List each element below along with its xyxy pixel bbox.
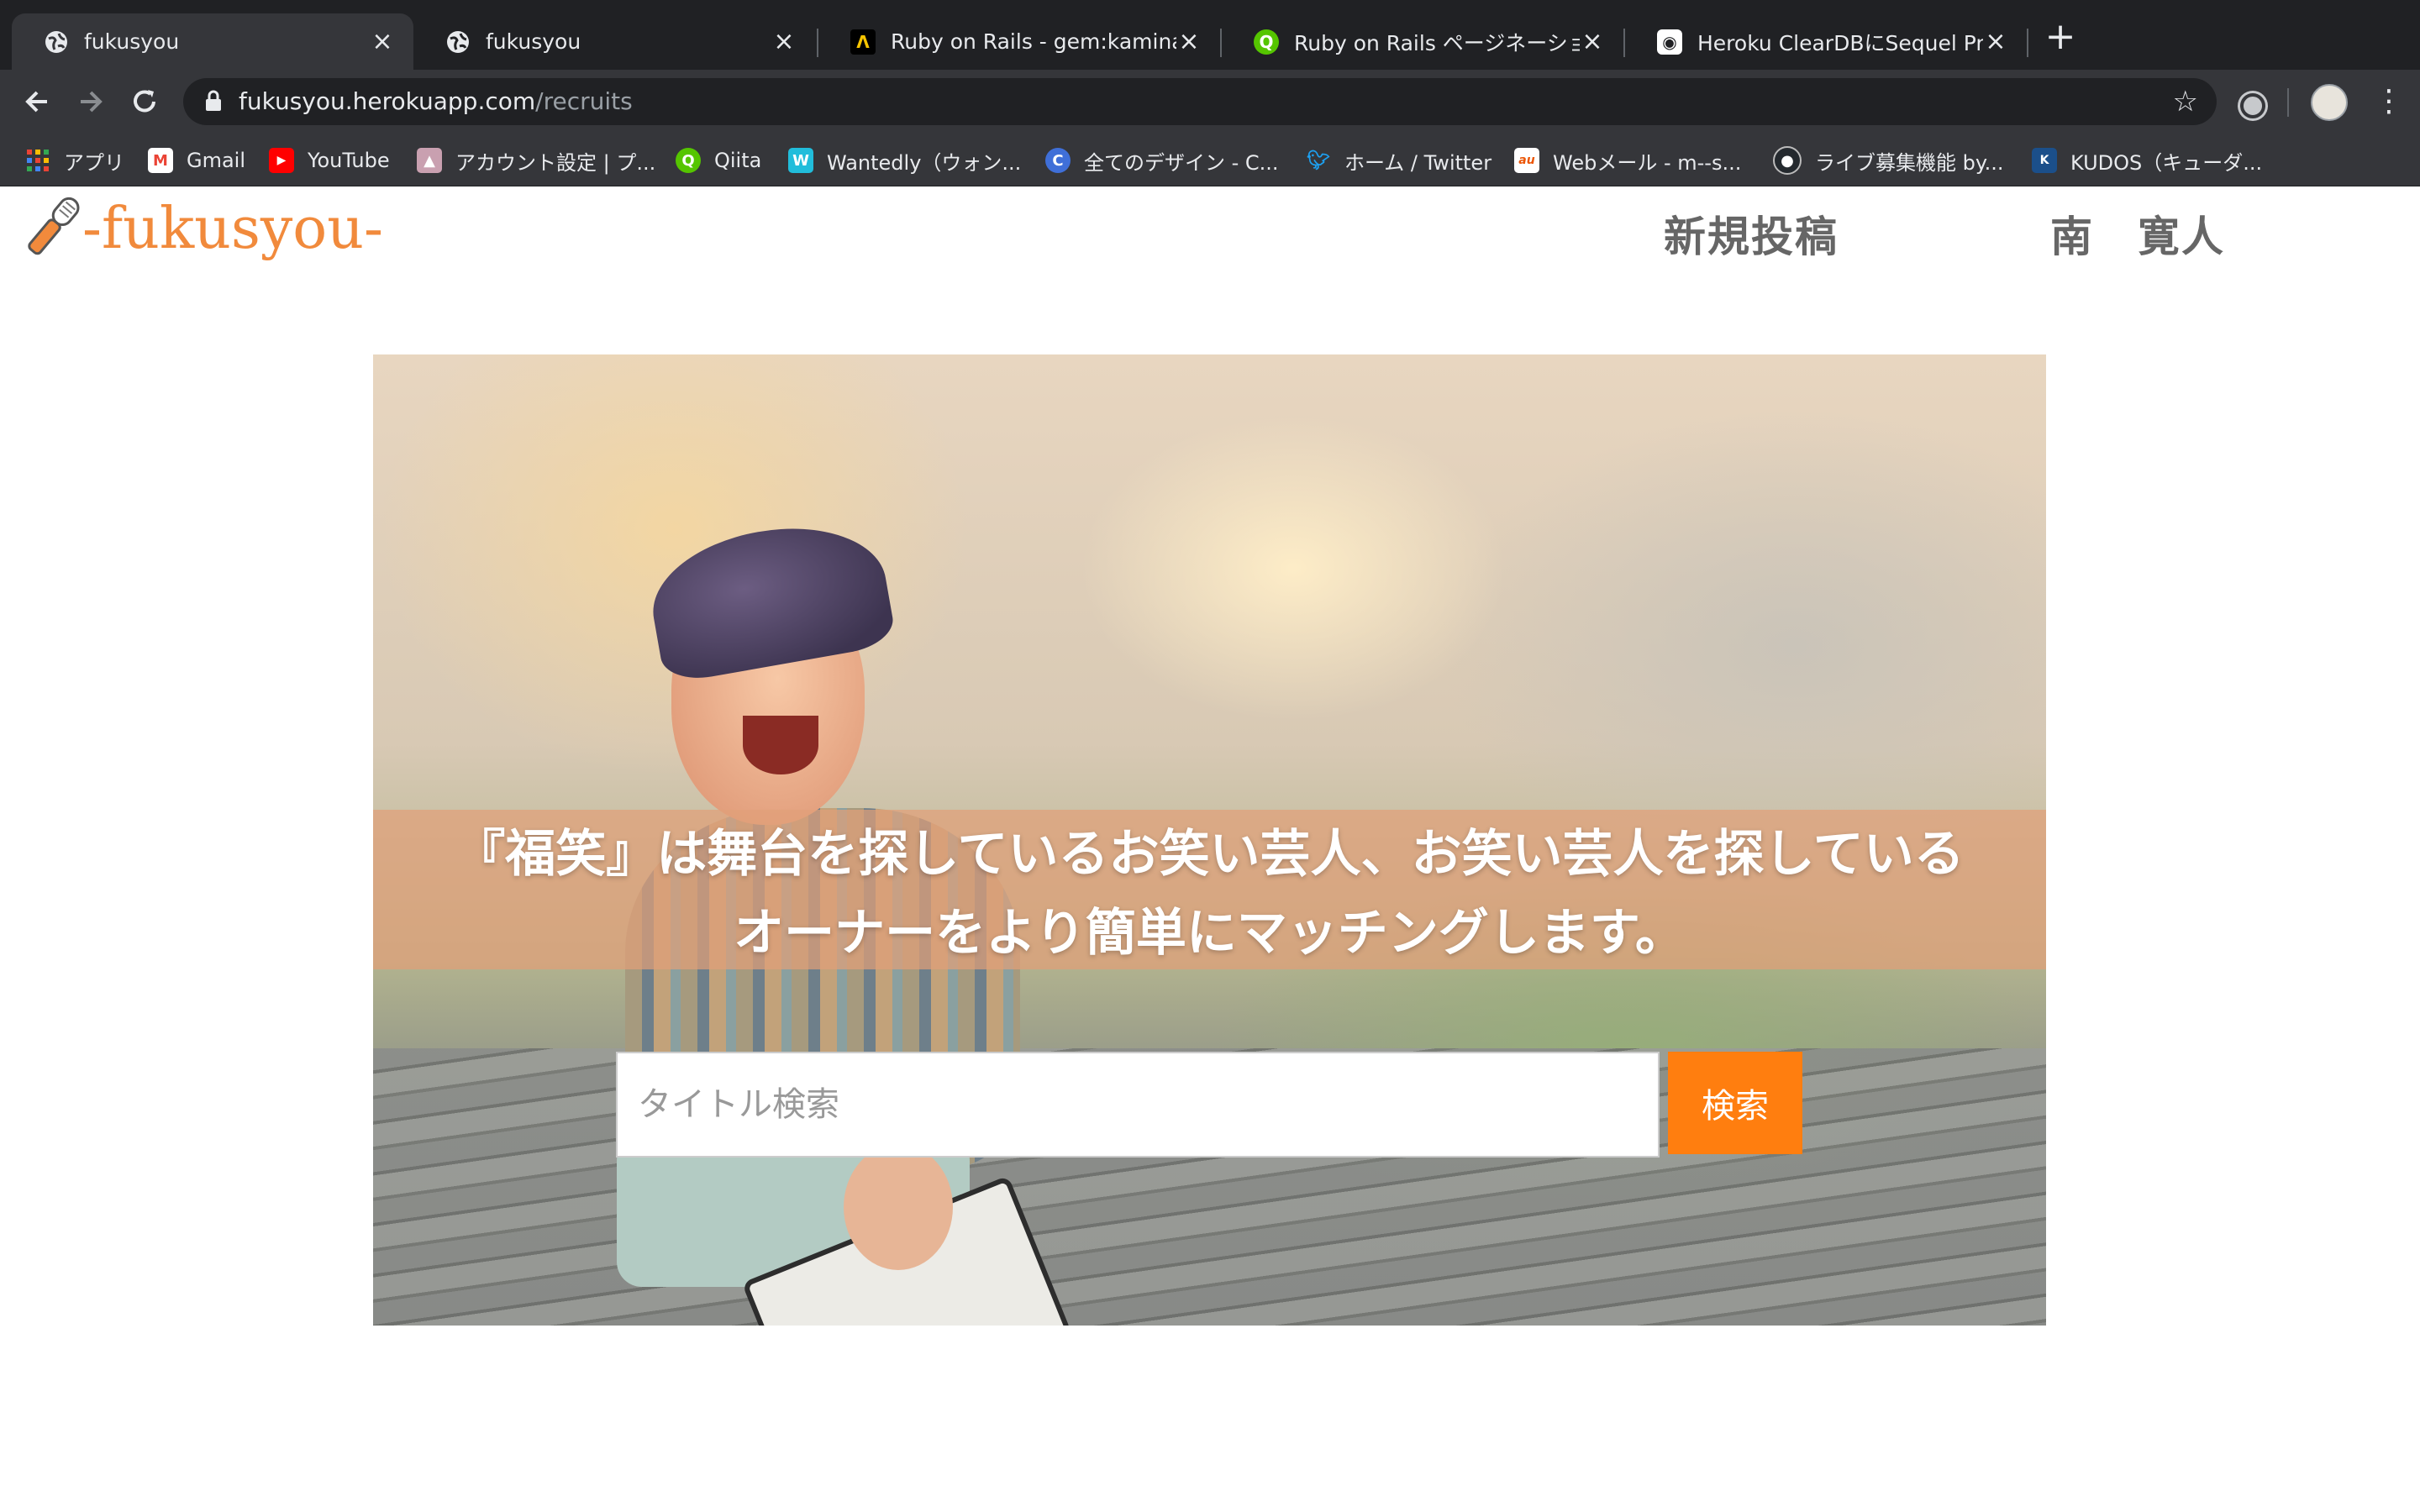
more-menu-icon[interactable]: ⋮ xyxy=(2374,81,2404,122)
close-tab-icon[interactable]: × xyxy=(771,27,797,56)
lambda-icon: Λ xyxy=(850,29,876,55)
tab-title: Heroku ClearDBにSequel Pro xyxy=(1697,30,1983,55)
globe-icon xyxy=(445,29,471,55)
bookmark-label: YouTube xyxy=(308,149,390,172)
tagline-line-1: 『福笑』は舞台を探しているお笑い芸人、お笑い芸人を探している xyxy=(455,825,1965,884)
user-name-link[interactable]: 南 寛人 xyxy=(2050,203,2225,264)
toolbar-separator xyxy=(2287,88,2289,117)
bookmark-label: 全てのデザイン - C... xyxy=(1084,150,1279,175)
bookmark-gmail[interactable]: M Gmail xyxy=(148,134,245,186)
bookmark-canva[interactable]: C 全てのデザイン - C... xyxy=(1045,134,1279,186)
bookmarks-bar: アプリ M Gmail ▶ YouTube ▲ アカウント設定 | プ... Q… xyxy=(0,134,2420,186)
bookmark-label: Qiita xyxy=(714,149,762,172)
tab-fukusyou[interactable]: fukusyou × xyxy=(413,13,815,70)
title-search-input[interactable] xyxy=(616,1052,1660,1158)
new-post-link[interactable]: 新規投稿 xyxy=(1664,203,1839,264)
bookmark-youtube[interactable]: ▶ YouTube xyxy=(269,134,390,186)
close-tab-icon[interactable]: × xyxy=(1176,27,1202,56)
apps-grid-icon xyxy=(25,148,50,173)
url-text: fukusyou.herokuapp.com/recruits xyxy=(239,78,633,125)
tab-pagination[interactable]: Q Ruby on Rails ページネーション × xyxy=(1222,13,1623,70)
bookmark-star-icon[interactable]: ☆ xyxy=(2173,78,2198,125)
tab-title: fukusyou xyxy=(486,29,581,54)
bookmark-label: ライブ募集機能 by... xyxy=(1815,150,2004,175)
extension-icon[interactable] xyxy=(2240,93,2265,118)
tab-title: Ruby on Rails ページネーション xyxy=(1294,30,1580,55)
youtube-icon: ▶ xyxy=(269,148,294,173)
close-tab-icon[interactable]: × xyxy=(1983,27,2008,56)
bookmark-webmail[interactable]: au Webメール - m--s... xyxy=(1514,134,1741,186)
qiita-icon: Q xyxy=(676,148,701,173)
qiita-icon: Q xyxy=(1254,29,1279,55)
close-tab-icon[interactable]: × xyxy=(370,27,395,56)
bookmark-label: Webメール - m--s... xyxy=(1553,150,1742,175)
avatar[interactable] xyxy=(2311,84,2348,121)
bookmark-label: アプリ xyxy=(64,150,124,175)
bookmark-account-settings[interactable]: ▲ アカウント設定 | プ... xyxy=(417,134,655,186)
bookmark-qiita[interactable]: Q Qiita xyxy=(676,134,761,186)
twitter-icon: 🐦︎ xyxy=(1307,150,1330,171)
search-button[interactable]: 検索 xyxy=(1668,1052,1802,1154)
site-logo[interactable]: -fukusyou- xyxy=(20,186,383,270)
browser-toolbar: fukusyou.herokuapp.com/recruits ☆ ⋮ xyxy=(0,70,2420,134)
au-icon: au xyxy=(1514,148,1539,173)
tab-title: Ruby on Rails - gem:kaminari xyxy=(891,29,1176,54)
account-icon: ▲ xyxy=(417,148,442,173)
address-bar[interactable]: fukusyou.herokuapp.com/recruits ☆ xyxy=(183,78,2217,125)
microphone-icon xyxy=(28,197,80,255)
reload-icon[interactable] xyxy=(124,81,165,122)
wantedly-icon: W xyxy=(788,148,813,173)
lock-icon xyxy=(206,90,221,111)
bookmark-twitter[interactable]: 🐦︎ ホーム / Twitter xyxy=(1306,134,1491,186)
hero-child-image xyxy=(844,1144,953,1270)
tab-separator xyxy=(2027,29,2028,57)
new-tab-icon[interactable]: + xyxy=(2042,18,2079,55)
forward-arrow-icon[interactable] xyxy=(71,81,111,122)
bookmark-label: KUDOS（キューダ... xyxy=(2070,150,2263,175)
bookmark-github[interactable]: ● ライブ募集機能 by... xyxy=(1773,134,2004,186)
globe-icon xyxy=(44,29,69,55)
bookmark-label: Wantedly（ウォン... xyxy=(827,150,1022,175)
bookmark-label: Gmail xyxy=(187,149,246,172)
tab-title: fukusyou xyxy=(84,29,180,54)
tab-kaminari[interactable]: Λ Ruby on Rails - gem:kaminari × xyxy=(818,13,1220,70)
hero-child-image xyxy=(743,716,818,774)
hero-banner: 『福笑』は舞台を探しているお笑い芸人、お笑い芸人を探している オーナーをより簡単… xyxy=(373,354,2046,1326)
gmail-icon: M xyxy=(148,148,173,173)
bookmark-label: アカウント設定 | プ... xyxy=(455,150,656,175)
kudos-icon: K xyxy=(2032,148,2057,173)
logo-text: -fukusyou- xyxy=(82,195,383,262)
bookmark-apps[interactable]: アプリ xyxy=(25,134,124,186)
tab-fukusyou-active[interactable]: fukusyou × xyxy=(12,13,413,70)
url-path: /recruits xyxy=(535,87,633,115)
github-icon: ● xyxy=(1773,146,1802,175)
back-arrow-icon[interactable] xyxy=(17,81,57,122)
page-content: -fukusyou- 新規投稿 南 寛人 『福笑』は舞台を探しているお笑い芸人、… xyxy=(0,186,2420,1512)
hero-tagline: 『福笑』は舞台を探しているお笑い芸人、お笑い芸人を探している オーナーをより簡単… xyxy=(373,815,2046,973)
bookmark-kudos[interactable]: K KUDOS（キューダ... xyxy=(2032,134,2262,186)
bookmark-wantedly[interactable]: W Wantedly（ウォン... xyxy=(788,134,1021,186)
bookmark-label: ホーム / Twitter xyxy=(1344,150,1492,175)
canva-icon: C xyxy=(1045,148,1071,173)
medium-icon: ◉ xyxy=(1657,29,1682,55)
tagline-line-2: オーナーをより簡単にマッチングします。 xyxy=(734,904,1686,963)
close-tab-icon[interactable]: × xyxy=(1580,27,1605,56)
url-host: fukusyou.herokuapp.com xyxy=(239,87,536,115)
tab-heroku[interactable]: ◉ Heroku ClearDBにSequel Pro × xyxy=(1625,13,2027,70)
browser-tab-strip: fukusyou × fukusyou × Λ Ruby on Rails - … xyxy=(0,0,2420,70)
